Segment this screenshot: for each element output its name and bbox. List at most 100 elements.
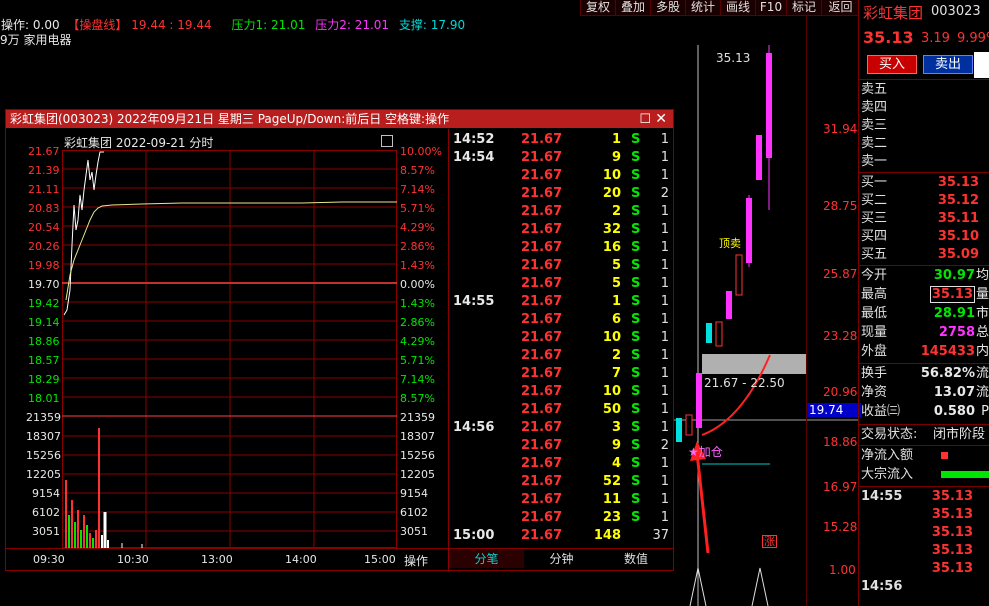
- time-tick: 10:30: [117, 553, 149, 566]
- pan-label: 【操盘线】: [67, 18, 128, 32]
- divider: [858, 265, 989, 266]
- pct-tick: 5.71%: [400, 202, 435, 215]
- current-price-tag: 19.74: [807, 403, 861, 417]
- axis-label: 20.96: [823, 385, 858, 399]
- price-tick: 19.42: [28, 297, 60, 310]
- scroll-stub: [974, 52, 989, 78]
- vol-tick: 6102: [400, 506, 428, 519]
- trade-row: 15:00 21.67 148 37: [453, 528, 669, 543]
- operate-button[interactable]: 操作: [404, 552, 428, 569]
- intraday-chart[interactable]: [62, 150, 397, 548]
- huaxian-button[interactable]: 画线: [720, 0, 755, 15]
- vol-tick: 9154: [32, 487, 60, 500]
- stat-row: 外盘 145433 内: [861, 344, 989, 359]
- axis-label: 25.87: [823, 267, 858, 281]
- tick-row: 35.13: [931, 543, 973, 558]
- axis-label: 16.97: [823, 480, 858, 494]
- op-value: 0.00: [32, 18, 60, 32]
- time-tick: 09:30: [33, 553, 65, 566]
- stat-row: 现量 2758 总: [861, 325, 989, 340]
- pct-tick: 7.14%: [400, 373, 435, 386]
- f10-button[interactable]: F10: [755, 0, 786, 15]
- fanhui-button[interactable]: 返回: [821, 0, 859, 15]
- trade-row: 14:52 21.67 1 S 1: [453, 132, 669, 147]
- bid-row: 买一 35.13: [861, 175, 979, 190]
- price-tick: 18.57: [28, 354, 60, 367]
- ask-row: 卖四: [861, 100, 888, 115]
- vol-tick: 3051: [32, 525, 60, 538]
- trade-row: 21.67 10 S 1: [521, 168, 669, 183]
- tongji-button[interactable]: 统计: [685, 0, 720, 15]
- tab-minutes[interactable]: 分钟: [524, 550, 599, 568]
- vol-tick: 9154: [400, 487, 428, 500]
- trade-row: 21.67 5 S 1: [521, 276, 669, 291]
- divider: [858, 424, 989, 425]
- maximize-icon[interactable]: ☐: [639, 111, 651, 129]
- trade-row: 21.67 20 S 2: [521, 186, 669, 201]
- fuquan-button[interactable]: 复权: [580, 0, 615, 15]
- buy-button[interactable]: 买入: [867, 55, 917, 74]
- diejia-button[interactable]: 叠加: [615, 0, 650, 15]
- close-icon[interactable]: ✕: [655, 110, 667, 128]
- pct-tick: 8.57%: [400, 392, 435, 405]
- divider: [858, 363, 989, 364]
- trade-status: 交易状态: 闭市阶段: [861, 427, 986, 442]
- support-value: 17.90: [430, 18, 466, 32]
- vol-tick: 6102: [32, 506, 60, 519]
- sell-button[interactable]: 卖出: [923, 55, 973, 74]
- pressure1-value: 21.01: [271, 18, 306, 32]
- tick-row: 14:56: [861, 579, 903, 594]
- biaoji-button[interactable]: 标记: [786, 0, 821, 15]
- last-price: 35.13: [863, 28, 914, 47]
- kline-high-label: 35.13: [716, 51, 751, 65]
- stock-name: 彩虹集团: [863, 4, 924, 22]
- popup-titlebar[interactable]: 彩虹集团(003023) 2022年09月21日 星期三 PageUp/Down…: [6, 110, 673, 128]
- vol-tick: 21359: [26, 411, 61, 424]
- ask-row: 卖三: [861, 118, 888, 133]
- annotation-arrow: [695, 452, 710, 554]
- chart-option-icon[interactable]: [381, 135, 393, 147]
- avg-line: [65, 201, 397, 301]
- price-tick: 21.39: [28, 164, 60, 177]
- duogu-button[interactable]: 多股: [650, 0, 685, 15]
- trade-row: 21.67 6 S 1: [521, 312, 669, 327]
- vol-tick: 15256: [400, 449, 435, 462]
- trade-row: 14:56 21.67 3 S 1: [453, 420, 669, 435]
- pct-tick: 2.86%: [400, 240, 435, 253]
- price-tick: 20.83: [28, 202, 60, 215]
- axis-label: 15.28: [823, 520, 858, 534]
- time-axis: 09:30 10:30 13:00 14:00 15:00 操作: [6, 548, 449, 571]
- support-label: 支撑:: [398, 18, 427, 32]
- candle: [756, 135, 762, 180]
- stat-row: 换手 56.82% 流: [861, 366, 989, 381]
- divider: [858, 486, 989, 487]
- trade-row: 14:55 21.67 1 S 1: [453, 294, 669, 309]
- vol-tick: 12205: [400, 468, 435, 481]
- price-tick: 21.11: [28, 183, 60, 196]
- tick-row: 35.13: [931, 507, 973, 522]
- tab-ticks[interactable]: 分笔: [449, 550, 524, 568]
- top-toolbar: 复权 叠加 多股 统计 画线 F10 标记 返回: [580, 0, 858, 16]
- pct-tick: 0.00%: [400, 278, 435, 291]
- tab-values[interactable]: 数值: [599, 550, 673, 568]
- price-tick: 19.98: [28, 259, 60, 272]
- price-change: 3.19: [921, 31, 950, 46]
- price-tick: 18.86: [28, 335, 60, 348]
- vol-tick: 21359: [400, 411, 435, 424]
- vol-tick: 3051: [400, 525, 428, 538]
- candle: [685, 414, 693, 436]
- axis-label: 18.86: [823, 435, 858, 449]
- trade-row: 21.67 2 S 1: [521, 348, 669, 363]
- price-tick: 18.01: [28, 392, 60, 405]
- vol-tick: 18307: [26, 430, 61, 443]
- price-tick: 19.14: [28, 316, 60, 329]
- tabs-divider: [449, 548, 673, 549]
- volume-bar: [751, 567, 769, 606]
- add-position-label: ★加仓: [688, 443, 723, 460]
- pct-tick: 8.57%: [400, 164, 435, 177]
- ask-row: 卖二: [861, 136, 888, 151]
- pct-tick: 1.43%: [400, 259, 435, 272]
- price-tick: 20.26: [28, 240, 60, 253]
- divider: [858, 79, 989, 80]
- pct-tick: 1.43%: [400, 297, 435, 310]
